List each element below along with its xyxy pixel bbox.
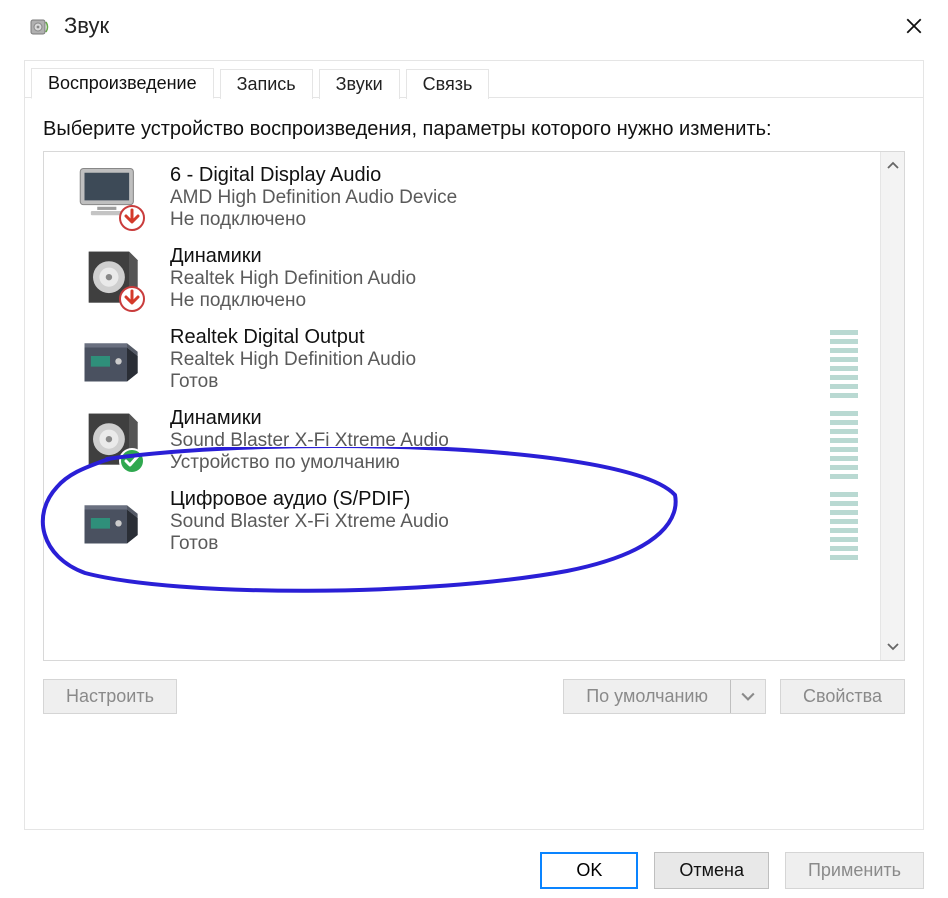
apply-button[interactable]: Применить [785, 852, 924, 889]
volume-meter [830, 492, 858, 560]
tab-sounds[interactable]: Звуки [319, 69, 400, 99]
device-list[interactable]: 6 - Digital Display Audio AMD High Defin… [44, 152, 880, 660]
disconnected-badge-icon [118, 204, 146, 232]
device-description: Realtek High Definition Audio [170, 268, 416, 290]
tab-communications[interactable]: Связь [406, 69, 490, 99]
device-description: AMD High Definition Audio Device [170, 187, 457, 209]
sound-app-icon [28, 14, 52, 38]
device-description: Realtek High Definition Audio [170, 349, 416, 371]
device-name: Динамики [170, 407, 449, 430]
scroll-up-arrow[interactable] [881, 152, 904, 178]
instruction-text: Выберите устройство воспроизведения, пар… [43, 116, 905, 143]
tab-playback[interactable]: Воспроизведение [31, 68, 214, 99]
device-row[interactable]: Realtek Digital Output Realtek High Defi… [50, 320, 878, 401]
device-row[interactable]: Цифровое аудио (S/PDIF) Sound Blaster X-… [50, 482, 878, 563]
device-row[interactable]: 6 - Digital Display Audio AMD High Defin… [50, 158, 878, 239]
device-status: Готов [170, 371, 416, 393]
tab-recording[interactable]: Запись [220, 69, 313, 99]
properties-button[interactable]: Свойства [780, 679, 905, 714]
configure-button[interactable]: Настроить [43, 679, 177, 714]
device-status: Не подключено [170, 290, 416, 312]
device-description: Sound Blaster X-Fi Xtreme Audio [170, 511, 449, 533]
device-row[interactable]: Динамики Realtek High Definition Audio Н… [50, 239, 878, 320]
speaker-icon [76, 245, 150, 309]
scrollbar[interactable] [880, 152, 904, 660]
default-badge-icon [118, 447, 146, 475]
device-row[interactable]: Динамики Sound Blaster X-Fi Xtreme Audio… [50, 401, 878, 482]
window-title: Звук [64, 13, 109, 39]
device-name: 6 - Digital Display Audio [170, 164, 457, 187]
volume-meter [830, 411, 858, 479]
set-default-label: По умолчанию [564, 680, 731, 713]
device-description: Sound Blaster X-Fi Xtreme Audio [170, 430, 449, 452]
digital-box-icon [76, 326, 150, 390]
close-button[interactable] [894, 6, 934, 46]
device-name: Цифровое аудио (S/PDIF) [170, 488, 449, 511]
device-name: Динамики [170, 245, 416, 268]
set-default-button[interactable]: По умолчанию [563, 679, 766, 714]
device-status: Устройство по умолчанию [170, 452, 449, 474]
device-status: Готов [170, 533, 449, 555]
scroll-down-arrow[interactable] [881, 634, 904, 660]
disconnected-badge-icon [118, 285, 146, 313]
dropdown-caret-icon [731, 680, 765, 713]
monitor-icon [76, 164, 150, 228]
device-name: Realtek Digital Output [170, 326, 416, 349]
speaker-icon [76, 407, 150, 471]
device-status: Не подключено [170, 209, 457, 231]
volume-meter [830, 330, 858, 398]
digital-box-icon [76, 488, 150, 552]
ok-button[interactable]: OK [540, 852, 638, 889]
cancel-button[interactable]: Отмена [654, 852, 769, 889]
